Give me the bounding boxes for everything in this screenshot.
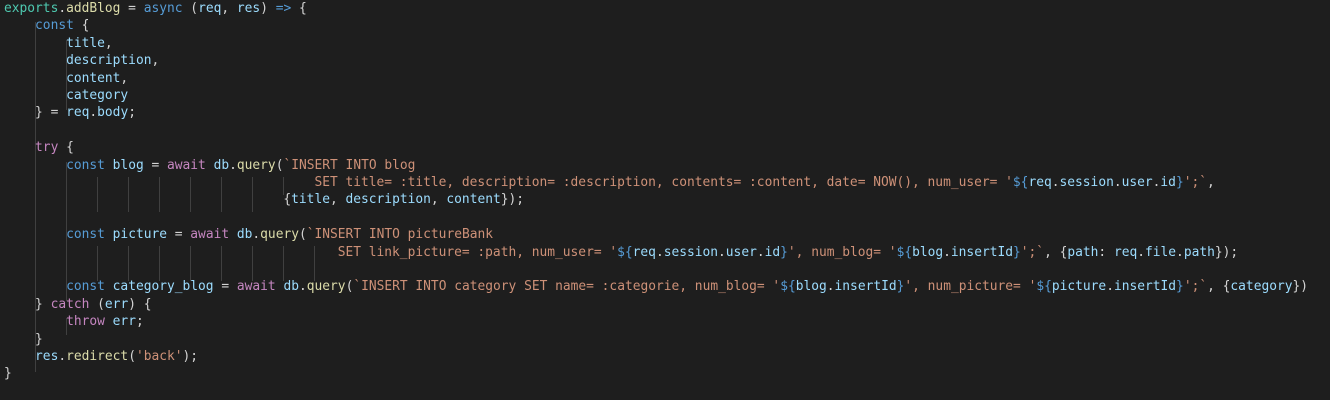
code-line-15: SET link_picture= :path, num_user= '${re… (337, 244, 1239, 260)
code-line-18: } catch (err) { (35, 296, 152, 312)
code-editor[interactable]: exports.addBlog = async (req, res) => { … (0, 0, 1330, 400)
code-line-14: const picture = await db.query(`INSERT I… (66, 227, 494, 243)
code-line-6: category (66, 88, 129, 103)
code-line-11: SET title= :title, description= :descrip… (314, 175, 1215, 190)
code-line-7: } = req.body; (35, 105, 136, 121)
code-line-12: {title, description, content}); (283, 192, 525, 208)
code-line-5: content, (66, 70, 129, 86)
code-line-22: } (4, 366, 12, 382)
code-line-20: } (35, 331, 43, 347)
code-line-21: res.redirect('back'); (35, 349, 199, 364)
code-line-3: title, (66, 35, 113, 51)
code-line-19: throw err; (66, 314, 144, 330)
code-line-17: const category_blog = await db.query(`IN… (66, 279, 1309, 295)
code-line-2: const { (35, 18, 90, 34)
code-line-1: exports.addBlog = async (req, res) => { (4, 1, 307, 16)
code-line-4: description, (66, 53, 160, 69)
code-line-10: const blog = await db.query(`INSERT INTO… (66, 157, 416, 173)
code-line-9: try { (35, 140, 74, 156)
